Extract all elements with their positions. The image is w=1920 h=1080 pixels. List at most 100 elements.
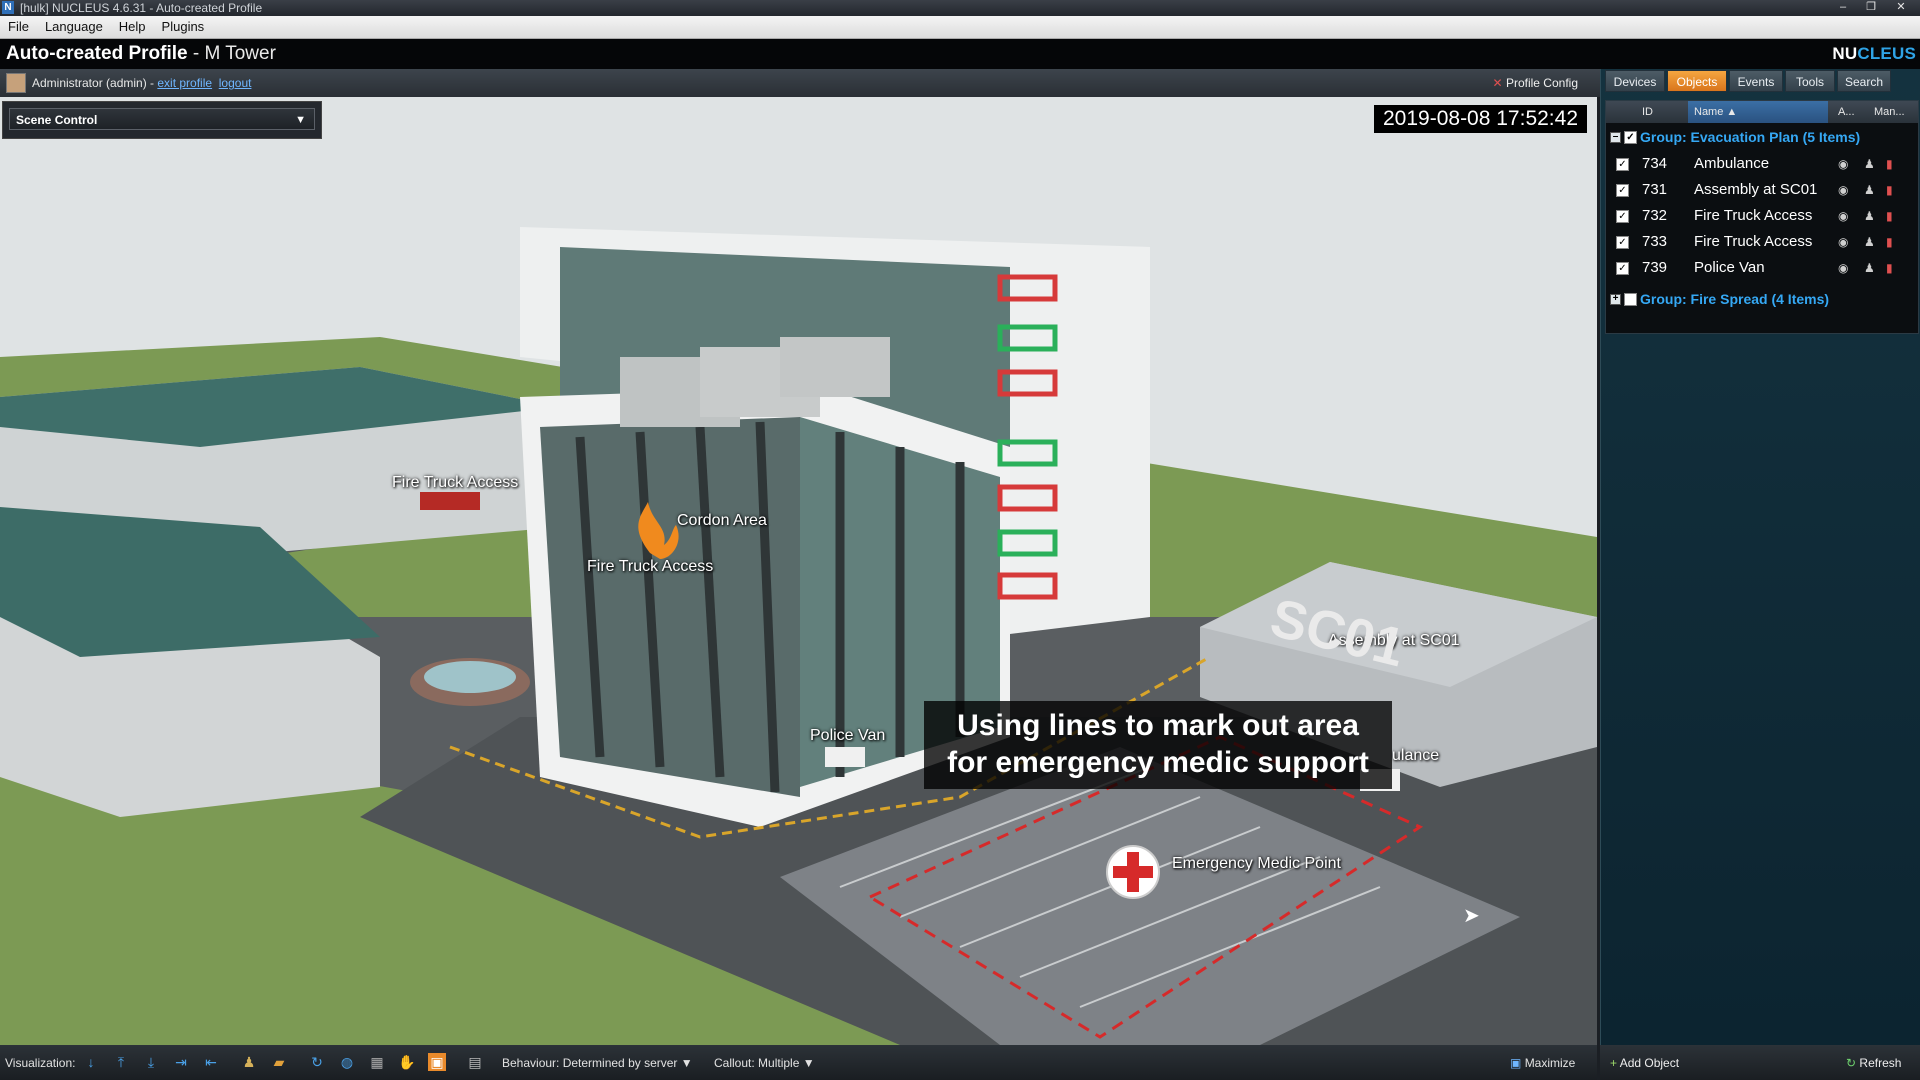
close-icon[interactable]: ✕ bbox=[1888, 0, 1914, 14]
row-checkbox[interactable]: ✓ bbox=[1616, 236, 1629, 249]
timestamp: 2019-08-08 17:52:42 bbox=[1374, 105, 1587, 133]
callout-dropdown[interactable]: Callout: Multiple ▼ bbox=[714, 1056, 815, 1070]
row-id: 732 bbox=[1642, 207, 1668, 224]
folder-icon[interactable]: ▰ bbox=[270, 1053, 288, 1071]
person-icon[interactable]: ♟ bbox=[1864, 210, 1875, 222]
user-bar: Administrator (admin) - exit profile log… bbox=[0, 69, 1600, 97]
arrow-down-icon[interactable]: ↓ bbox=[82, 1053, 100, 1071]
wrench-icon: ✕ bbox=[1492, 76, 1503, 90]
arrow-left-end-icon[interactable]: ⇤ bbox=[202, 1053, 220, 1071]
logout-link[interactable]: logout bbox=[219, 76, 252, 90]
chart-icon[interactable]: ▤ bbox=[466, 1053, 484, 1071]
3d-viewport[interactable]: Scene Control ▼ 2019-08-08 17:52:42 Fire … bbox=[0, 97, 1597, 1045]
tab-objects[interactable]: Objects bbox=[1667, 70, 1727, 92]
eye-icon[interactable]: ◉ bbox=[1838, 236, 1848, 248]
delete-icon[interactable]: ▮ bbox=[1886, 236, 1893, 248]
grid-icon[interactable]: ▦ bbox=[368, 1053, 386, 1071]
label-ambulance[interactable]: ulance bbox=[1392, 747, 1439, 765]
add-icon: + bbox=[1610, 1056, 1618, 1070]
scene-control-panel: Scene Control ▼ bbox=[2, 101, 322, 139]
bottom-toolbar: Visualization: ↓ ⤒ ⤓ ⇥ ⇤ ♟ ▰ ↻ ◍ ▦ ✋ ▣ ▤… bbox=[0, 1045, 1597, 1080]
chevron-down-icon: ▼ bbox=[680, 1056, 693, 1070]
row-checkbox[interactable]: ✓ bbox=[1616, 210, 1629, 223]
table-row[interactable]: ✓ 732 Fire Truck Access ◉ ♟ ▮ bbox=[1606, 203, 1918, 229]
delete-icon[interactable]: ▮ bbox=[1886, 210, 1893, 222]
label-police-van[interactable]: Police Van bbox=[810, 727, 885, 745]
column-man[interactable]: Man... bbox=[1874, 101, 1905, 123]
person-icon[interactable]: ♟ bbox=[1864, 262, 1875, 274]
column-name[interactable]: Name ▲ bbox=[1688, 101, 1828, 123]
table-header: ID Name ▲ A... Man... bbox=[1606, 101, 1918, 123]
row-checkbox[interactable]: ✓ bbox=[1616, 184, 1629, 197]
scene-control-value: Scene Control bbox=[16, 113, 98, 127]
brand-cleus: CLEUS bbox=[1857, 44, 1916, 63]
eye-icon[interactable]: ◉ bbox=[1838, 210, 1848, 222]
label-fire-truck-access-2[interactable]: Fire Truck Access bbox=[587, 558, 713, 576]
group-evacuation-plan[interactable]: – ✓ Group: Evacuation Plan (5 Items) bbox=[1606, 125, 1918, 149]
tab-tools[interactable]: Tools bbox=[1785, 70, 1835, 92]
column-a[interactable]: A... bbox=[1838, 101, 1855, 123]
tab-search[interactable]: Search bbox=[1837, 70, 1891, 92]
arrow-right-end-icon[interactable]: ⇥ bbox=[172, 1053, 190, 1071]
add-object-button[interactable]: + Add Object bbox=[1610, 1056, 1679, 1070]
collapse-icon[interactable]: – bbox=[1610, 132, 1621, 143]
expand-icon[interactable]: + bbox=[1610, 294, 1621, 305]
table-row[interactable]: ✓ 739 Police Van ◉ ♟ ▮ bbox=[1606, 255, 1918, 281]
refresh-button[interactable]: ↻ Refresh bbox=[1846, 1056, 1901, 1070]
person-icon[interactable]: ♟ bbox=[1864, 184, 1875, 196]
person-icon[interactable]: ♟ bbox=[1864, 236, 1875, 248]
minimize-icon[interactable]: – bbox=[1830, 0, 1856, 14]
layer-toggle-icon[interactable]: ▣ bbox=[428, 1053, 446, 1071]
menu-language[interactable]: Language bbox=[37, 16, 111, 38]
behaviour-dropdown[interactable]: Behaviour: Determined by server ▼ bbox=[502, 1056, 693, 1070]
row-name: Ambulance bbox=[1694, 155, 1770, 172]
brand-nu: NU bbox=[1832, 44, 1858, 63]
eye-icon[interactable]: ◉ bbox=[1838, 158, 1848, 170]
tab-events[interactable]: Events bbox=[1729, 70, 1783, 92]
panel-footer: + Add Object ↻ Refresh bbox=[1600, 1045, 1920, 1080]
maximize-button[interactable]: ▣ Maximize bbox=[1510, 1056, 1575, 1070]
menu-plugins[interactable]: Plugins bbox=[154, 16, 213, 38]
mouse-cursor-icon: ➤ bbox=[1463, 905, 1480, 927]
arrow-top-icon[interactable]: ⤒ bbox=[112, 1053, 130, 1071]
label-fire-truck-access-1[interactable]: Fire Truck Access bbox=[392, 474, 518, 492]
eye-icon[interactable]: ◉ bbox=[1838, 262, 1848, 274]
arrow-bottom-icon[interactable]: ⤓ bbox=[142, 1053, 160, 1071]
user-info: Administrator (admin) - exit profile log… bbox=[32, 76, 251, 90]
person-icon[interactable]: ♟ bbox=[240, 1053, 258, 1071]
visualization-label: Visualization: bbox=[5, 1056, 76, 1070]
label-emergency-medic-point[interactable]: Emergency Medic Point bbox=[1172, 855, 1341, 873]
globe-icon[interactable]: ◍ bbox=[338, 1053, 356, 1071]
video-caption: Using lines to mark out area for emergen… bbox=[924, 701, 1392, 789]
row-id: 731 bbox=[1642, 181, 1668, 198]
group-checkbox[interactable] bbox=[1624, 293, 1637, 306]
column-id[interactable]: ID bbox=[1642, 101, 1653, 123]
refresh-view-icon[interactable]: ↻ bbox=[308, 1053, 326, 1071]
menu-file[interactable]: File bbox=[0, 16, 37, 38]
row-checkbox[interactable]: ✓ bbox=[1616, 158, 1629, 171]
window-title-bar: N [hulk] NUCLEUS 4.6.31 - Auto-created P… bbox=[0, 0, 1920, 16]
scene-control-dropdown[interactable]: Scene Control ▼ bbox=[9, 108, 315, 130]
profile-config-button[interactable]: ✕ Profile Config bbox=[1493, 76, 1578, 90]
restore-icon[interactable]: ❐ bbox=[1858, 0, 1884, 14]
table-row[interactable]: ✓ 731 Assembly at SC01 ◉ ♟ ▮ bbox=[1606, 177, 1918, 203]
delete-icon[interactable]: ▮ bbox=[1886, 158, 1893, 170]
row-name: Assembly at SC01 bbox=[1694, 181, 1818, 198]
exit-profile-link[interactable]: exit profile bbox=[157, 76, 212, 90]
row-checkbox[interactable]: ✓ bbox=[1616, 262, 1629, 275]
table-row[interactable]: ✓ 733 Fire Truck Access ◉ ♟ ▮ bbox=[1606, 229, 1918, 255]
person-icon[interactable]: ♟ bbox=[1864, 158, 1875, 170]
menu-help[interactable]: Help bbox=[111, 16, 154, 38]
column-name-label: Name bbox=[1694, 106, 1724, 118]
profile-name: Auto-created Profile bbox=[6, 43, 188, 64]
hand-icon[interactable]: ✋ bbox=[398, 1053, 416, 1071]
group-checkbox[interactable]: ✓ bbox=[1624, 131, 1637, 144]
delete-icon[interactable]: ▮ bbox=[1886, 184, 1893, 196]
group-fire-spread[interactable]: + Group: Fire Spread (4 Items) bbox=[1606, 287, 1918, 311]
eye-icon[interactable]: ◉ bbox=[1838, 184, 1848, 196]
tab-devices[interactable]: Devices bbox=[1605, 70, 1665, 92]
label-cordon-area[interactable]: Cordon Area bbox=[677, 512, 767, 530]
table-row[interactable]: ✓ 734 Ambulance ◉ ♟ ▮ bbox=[1606, 151, 1918, 177]
delete-icon[interactable]: ▮ bbox=[1886, 262, 1893, 274]
menu-bar: File Language Help Plugins bbox=[0, 16, 1920, 39]
